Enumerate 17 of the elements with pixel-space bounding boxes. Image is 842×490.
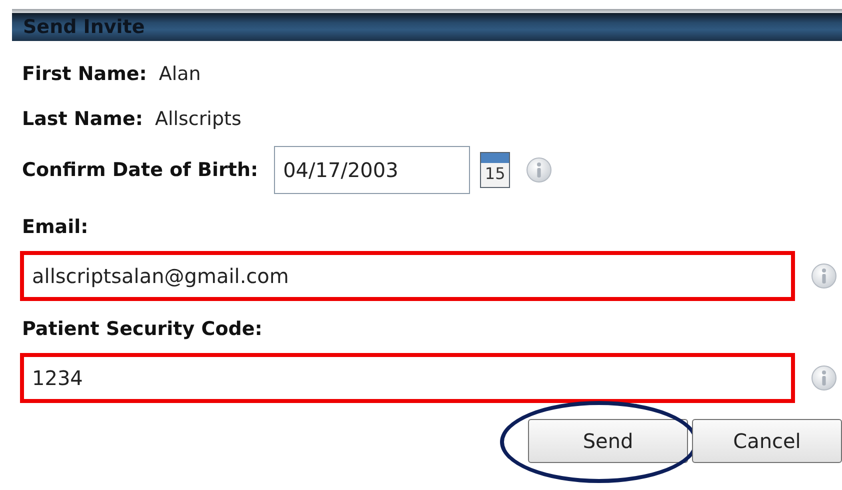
field-label: Last Name: [22,108,143,130]
info-icon[interactable] [526,157,552,183]
field-label: Patient Security Code: [22,317,264,342]
field-value: Alan [158,62,201,84]
field-label: Email: [22,215,90,240]
info-icon[interactable] [811,365,837,391]
button[interactable]: Cancel [692,419,842,463]
field-label: First Name: [22,62,147,84]
calendar-icon[interactable]: 15 [480,152,510,188]
input-field[interactable]: allscriptsalan@gmail.com [20,251,795,301]
input-field[interactable]: 1234 [20,353,795,403]
button[interactable]: Send [528,419,688,463]
field-label: Confirm Date of Birth: [22,159,258,181]
field-value: Allscripts [154,108,242,130]
info-icon[interactable] [811,263,837,289]
dialog-title: Send Invite [12,13,842,41]
date-field[interactable]: 04/17/2003 [274,146,470,194]
